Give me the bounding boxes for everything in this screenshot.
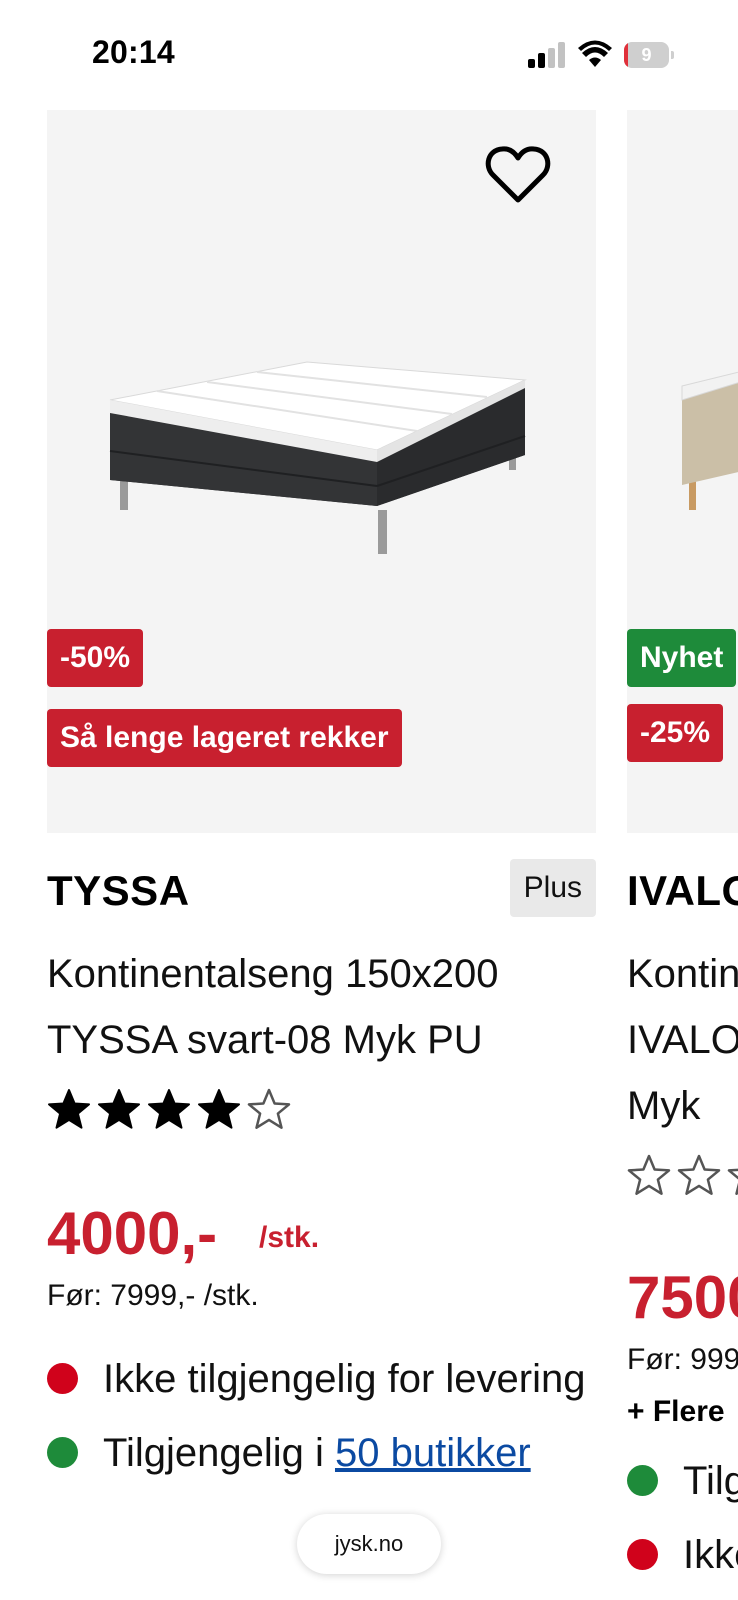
battery-level: 9: [641, 45, 652, 65]
stores-link[interactable]: 50 butikker: [335, 1431, 531, 1475]
cellular-signal-icon: [528, 42, 566, 68]
status-time: 20:14: [92, 34, 175, 70]
availability-text: Tilgjengelig: [683, 1459, 738, 1503]
before-price: Før: 9999,- /stk.: [627, 1343, 738, 1376]
product-name-line: Kontinentalseng 150x200: [47, 952, 499, 996]
battery-icon: 9: [624, 42, 674, 68]
product-name-line: IVALO beige-08: [627, 1018, 738, 1062]
star-outline-icon: [627, 1154, 671, 1195]
product-card[interactable]: Nyhet -25% IVALO Kontinentalseng 160x200…: [627, 110, 738, 1600]
product-name[interactable]: Kontinentalseng 160x200 IVALO beige-08 M…: [627, 941, 738, 1139]
availability-delivery: Ikke tilgjengelig: [627, 1527, 738, 1600]
star-filled-icon: [198, 1089, 240, 1129]
availability-delivery: Ikke tilgjengelig for levering: [47, 1351, 596, 1425]
star-outline-icon: [247, 1088, 291, 1129]
discount-badge: -50%: [47, 629, 144, 687]
availability-stores: Tilgjengelig: [627, 1453, 738, 1527]
plus-badge: Plus: [509, 859, 596, 917]
product-name[interactable]: Kontinentalseng 150x200 TYSSA svart-08 M…: [47, 941, 607, 1073]
rating-stars: [627, 1153, 738, 1203]
product-brand: IVALO: [627, 867, 738, 914]
wifi-icon: [578, 40, 612, 67]
screen: 20:14 9 -50% Så lenge lageret rekker TYS…: [0, 0, 738, 1600]
discount-badge: -25%: [627, 704, 724, 762]
product-image-area[interactable]: Nyhet -25%: [627, 110, 738, 833]
before-price: Før: 7999,- /stk.: [47, 1279, 259, 1312]
heart-icon[interactable]: [485, 144, 551, 204]
product-image-area[interactable]: -50% Så lenge lageret rekker: [47, 110, 596, 833]
product-brand: TYSSA: [47, 867, 190, 914]
more-options-link[interactable]: + Flere: [627, 1395, 738, 1429]
status-dot-green: [627, 1465, 658, 1496]
availability-text: Ikke tilgjengelig: [683, 1533, 738, 1577]
new-badge: Nyhet: [627, 629, 737, 687]
star-filled-icon: [48, 1089, 90, 1129]
availability-text: Ikke tilgjengelig for levering: [103, 1357, 586, 1401]
status-dot-red: [47, 1363, 78, 1394]
product-name-line: Myk: [627, 1084, 701, 1128]
status-dot-green: [47, 1437, 78, 1468]
star-filled-icon: [98, 1089, 140, 1129]
url-bar[interactable]: jysk.no: [297, 1514, 441, 1574]
status-dot-red: [627, 1539, 658, 1570]
star-outline-icon: [677, 1154, 721, 1195]
availability-text: Tilgjengelig i 50 butikker: [103, 1425, 531, 1481]
price-unit: /stk.: [259, 1221, 320, 1254]
stock-badge: Så lenge lageret rekker: [47, 709, 402, 767]
star-outline-icon: [727, 1168, 738, 1195]
product-price: 7500,-: [627, 1264, 738, 1331]
product-price: 4000,-: [47, 1200, 218, 1267]
availability-prefix: Tilgjengelig i: [103, 1431, 335, 1475]
product-name-line: TYSSA svart-08 Myk PU: [47, 1018, 483, 1062]
product-name-line: Kontinentalseng 160x200: [627, 952, 738, 996]
product-card[interactable]: -50% Så lenge lageret rekker TYSSA Plus …: [47, 110, 596, 1499]
star-filled-icon: [148, 1089, 190, 1129]
availability-stores: Tilgjengelig i 50 butikker: [47, 1425, 596, 1499]
rating-stars: [47, 1087, 596, 1137]
